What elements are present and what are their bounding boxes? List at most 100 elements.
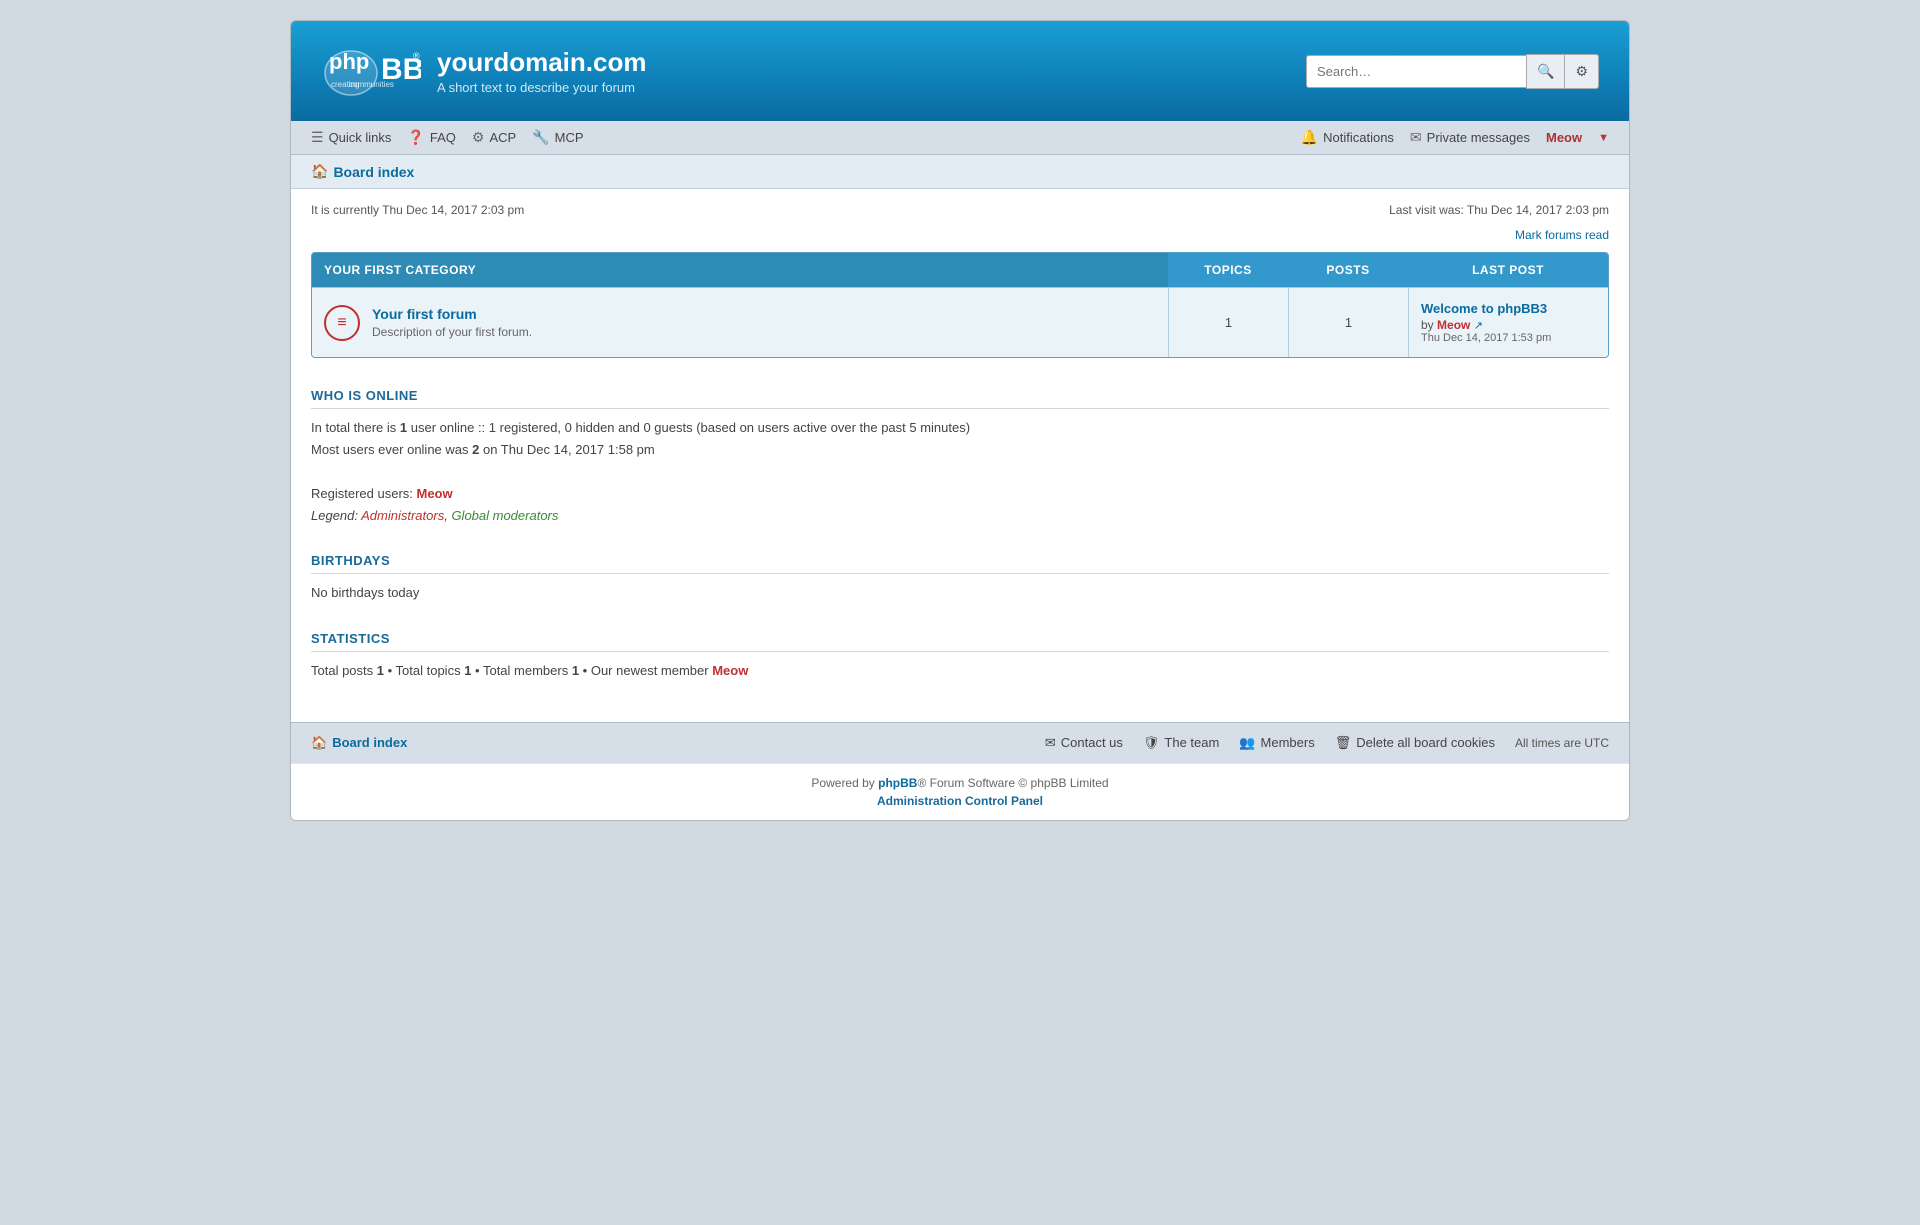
max-online: 2	[472, 442, 479, 457]
total-members: 1	[572, 663, 579, 678]
notifications-link[interactable]: 🔔 Notifications	[1301, 129, 1394, 146]
online-line1: In total there is 1 user online :: 1 reg…	[311, 417, 1609, 439]
envelope-icon: ✉	[1410, 129, 1422, 146]
category-name-header: YOUR FIRST CATEGORY	[312, 253, 1168, 287]
mcp-link[interactable]: 🔧 MCP	[532, 129, 583, 146]
topics-header: TOPICS	[1168, 253, 1288, 287]
administrators-legend: Administrators	[361, 508, 444, 523]
mark-forums-read-link[interactable]: Mark forums read	[1515, 228, 1609, 242]
bell-icon: 🔔	[1301, 129, 1318, 146]
envelope-icon: ✉	[1045, 735, 1056, 751]
breadcrumb-bar: 🏠 Board index	[291, 155, 1629, 189]
powered-by-text: Powered by	[811, 776, 874, 790]
last-post-title[interactable]: Welcome to phpBB3	[1421, 301, 1547, 316]
statistics-content: Total posts 1 • Total topics 1 • Total m…	[311, 660, 1609, 682]
last-visit: Last visit was: Thu Dec 14, 2017 2:03 pm	[1389, 203, 1609, 217]
hamburger-icon: ☰	[311, 129, 324, 146]
contact-us-link[interactable]: ✉ Contact us	[1045, 735, 1123, 751]
footer-board-index-link[interactable]: 🏠 Board index	[311, 735, 407, 751]
total-posts: 1	[377, 663, 384, 678]
svg-text:php: php	[329, 49, 369, 74]
current-time: It is currently Thu Dec 14, 2017 2:03 pm	[311, 203, 524, 217]
search-input[interactable]	[1306, 55, 1526, 88]
newest-member[interactable]: Meow	[712, 663, 748, 678]
footer-bottom: Powered by phpBB® Forum Software © phpBB…	[291, 763, 1629, 820]
dropdown-arrow-icon[interactable]: ▼	[1598, 132, 1609, 144]
trash-icon: 🗑	[1335, 735, 1352, 751]
posts-count: 1	[1345, 315, 1352, 330]
topics-count: 1	[1225, 315, 1232, 330]
who-is-online-section: WHO IS ONLINE In total there is 1 user o…	[311, 378, 1609, 527]
last-post-header: LAST POST	[1408, 253, 1608, 287]
birthdays-content: No birthdays today	[311, 582, 1609, 604]
forum-name-link[interactable]: Your first forum	[372, 306, 477, 322]
by-label: by	[1421, 318, 1434, 332]
last-post-username[interactable]: Meow	[1437, 318, 1470, 332]
main-content: It is currently Thu Dec 14, 2017 2:03 pm…	[291, 189, 1629, 712]
forum-info-cell: ≡ Your first forum Description of your f…	[312, 288, 1168, 357]
online-count: 1	[400, 420, 407, 435]
birthdays-heading: BIRTHDAYS	[311, 543, 1609, 574]
forum-description: Description of your first forum.	[372, 325, 532, 339]
site-title-area: yourdomain.com A short text to describe …	[437, 47, 646, 95]
home-icon: 🏠	[311, 163, 328, 180]
forum-table: YOUR FIRST CATEGORY TOPICS POSTS LAST PO…	[311, 252, 1609, 358]
forum-details: Your first forum Description of your fir…	[372, 306, 532, 339]
phpbb-link[interactable]: phpBB	[878, 776, 917, 790]
username-display[interactable]: Meow	[1546, 130, 1582, 145]
gear-icon: ⚙	[472, 129, 485, 146]
forum-icon: ≡	[324, 305, 360, 341]
footer-links: ✉ Contact us 🛡 The team 👥 Members 🗑 Dele…	[1045, 735, 1609, 751]
navbar-right: 🔔 Notifications ✉ Private messages Meow …	[1301, 129, 1609, 146]
navigation-bar: ☰ Quick links ❓ FAQ ⚙ ACP 🔧 MCP 🔔 Notifi…	[291, 121, 1629, 155]
legend-line: Legend: Administrators, Global moderator…	[311, 505, 1609, 527]
last-post-cell: Welcome to phpBB3 by Meow ↗ Thu Dec 14, …	[1408, 288, 1608, 357]
acp-link[interactable]: ⚙ ACP	[472, 129, 516, 146]
wrench-icon: 🔧	[532, 129, 549, 146]
powered-suffix: ® Forum Software © phpBB Limited	[917, 776, 1108, 790]
footer-bar: 🏠 Board index ✉ Contact us 🛡 The team 👥 …	[291, 722, 1629, 763]
site-name: yourdomain.com	[437, 47, 646, 78]
private-messages-link[interactable]: ✉ Private messages	[1410, 129, 1530, 146]
online-line2: Most users ever online was 2 on Thu Dec …	[311, 439, 1609, 461]
faq-link[interactable]: ❓ FAQ	[407, 129, 455, 146]
admin-panel-link[interactable]: Administration Control Panel	[311, 794, 1609, 808]
footer-home-icon: 🏠	[311, 735, 327, 751]
topics-cell: 1	[1168, 288, 1288, 357]
phpbb-logo: php creating communities BB ®	[321, 41, 421, 101]
members-link[interactable]: 👥 Members	[1239, 735, 1314, 751]
delete-cookies-link[interactable]: 🗑 Delete all board cookies	[1335, 735, 1495, 751]
statistics-heading: STATISTICS	[311, 621, 1609, 652]
search-area: 🔍 ⚙	[1306, 54, 1599, 89]
time-bar: It is currently Thu Dec 14, 2017 2:03 pm…	[311, 203, 1609, 217]
the-team-link[interactable]: 🛡 The team	[1143, 735, 1219, 751]
registered-users-line: Registered users: Meow	[311, 483, 1609, 505]
advanced-search-button[interactable]: ⚙	[1564, 54, 1599, 89]
svg-text:®: ®	[413, 51, 420, 61]
forum-row: ≡ Your first forum Description of your f…	[312, 287, 1608, 357]
navbar-left: ☰ Quick links ❓ FAQ ⚙ ACP 🔧 MCP	[311, 129, 584, 146]
forum-table-header: YOUR FIRST CATEGORY TOPICS POSTS LAST PO…	[312, 253, 1608, 287]
who-is-online-heading: WHO IS ONLINE	[311, 378, 1609, 409]
moderators-legend: Global moderators	[451, 508, 558, 523]
view-icon: ↗	[1474, 320, 1483, 332]
last-post-author-line: by Meow ↗	[1421, 318, 1483, 332]
question-icon: ❓	[407, 129, 424, 146]
header-logo-area: php creating communities BB ® yourdomain…	[321, 41, 646, 101]
site-header: php creating communities BB ® yourdomain…	[291, 21, 1629, 121]
search-button[interactable]: 🔍	[1526, 54, 1564, 89]
posts-cell: 1	[1288, 288, 1408, 357]
quick-links-menu[interactable]: ☰ Quick links	[311, 129, 391, 146]
shield-icon: 🛡	[1143, 735, 1160, 751]
statistics-section: STATISTICS Total posts 1 • Total topics …	[311, 621, 1609, 682]
board-index-breadcrumb[interactable]: 🏠 Board index	[311, 163, 1609, 180]
members-icon: 👥	[1239, 735, 1255, 751]
last-post-date: Thu Dec 14, 2017 1:53 pm	[1421, 332, 1551, 344]
total-topics: 1	[464, 663, 471, 678]
site-tagline: A short text to describe your forum	[437, 80, 646, 95]
birthdays-section: BIRTHDAYS No birthdays today	[311, 543, 1609, 604]
registered-username[interactable]: Meow	[417, 486, 453, 501]
footer-board-index: 🏠 Board index	[311, 735, 407, 751]
who-is-online-content: In total there is 1 user online :: 1 reg…	[311, 417, 1609, 527]
posts-header: POSTS	[1288, 253, 1408, 287]
